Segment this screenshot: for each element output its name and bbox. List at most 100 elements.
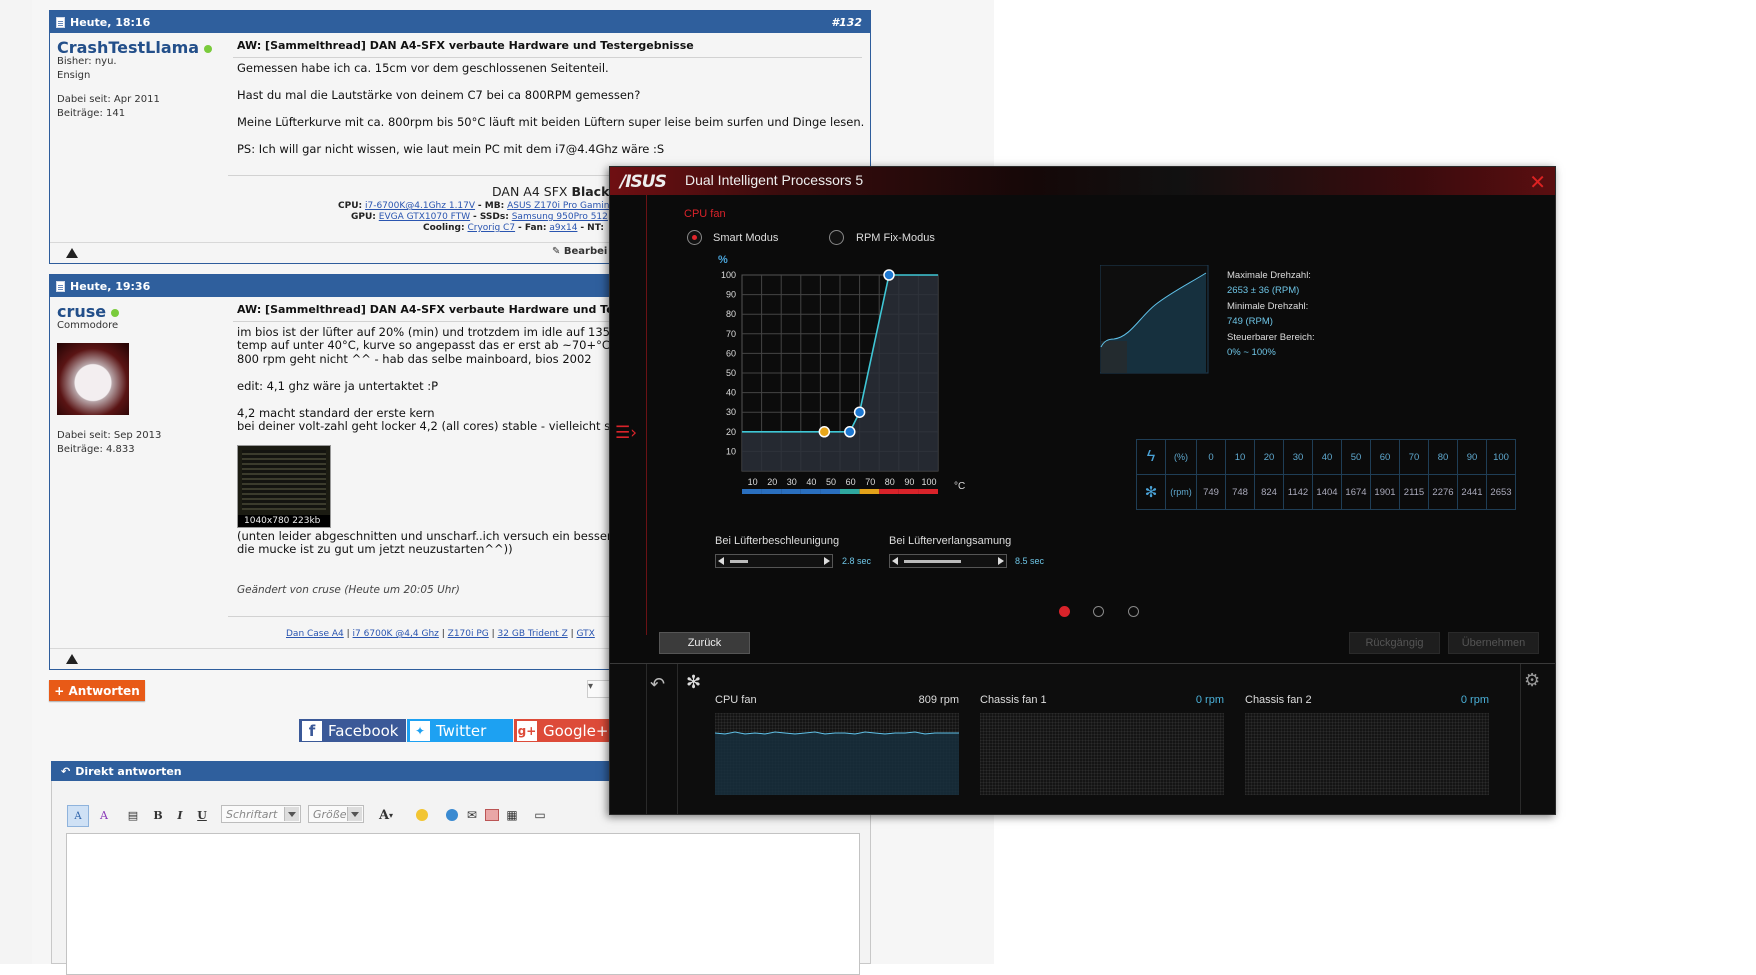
undo-arrow-icon[interactable]: ↶ [650,674,665,695]
rpm-fix-mode-label: RPM Fix-Modus [856,232,935,244]
size-select[interactable]: Größe [308,805,364,823]
sig-link[interactable]: 32 GB Trident Z [498,629,568,639]
side-menu-icon[interactable]: ☰› [615,423,637,443]
fan-rpm: 0 rpm [1195,694,1224,706]
rpm-fix-mode-radio[interactable] [829,230,844,245]
page-gutter [0,0,32,964]
thumbnail-caption: 1040x780 223kb [238,515,330,527]
facebook-label: Facebook [328,721,399,740]
rpm-cell: 824 [1254,474,1284,510]
thumbnail-image [242,450,326,510]
arrow-left-icon[interactable] [892,557,898,565]
quote-icon[interactable]: ▭ [532,805,548,825]
image-icon[interactable] [484,805,500,825]
curve-handle[interactable] [883,269,895,281]
sig-link[interactable]: i7 6700K @4,4 Ghz [353,629,439,639]
sig-cpu-link[interactable]: i7-6700K@4.1Ghz 1.17V [365,201,475,211]
google-label: Google+ [543,721,609,740]
user-status-text: Bisher: nyu. [57,56,117,67]
email-icon[interactable]: ✉ [464,805,480,825]
report-warning-icon[interactable] [66,248,78,258]
post-text-line: 800 rpm geht nicht ^^ - hab das selbe ma… [237,352,592,366]
sig-link[interactable]: Dan Case A4 [286,629,344,639]
pct-unit: (%) [1165,439,1197,475]
back-button[interactable]: Zurück [659,632,750,654]
arrow-right-icon[interactable] [824,557,830,565]
sig-gpu-link[interactable]: EVGA GTX1070 FTW [379,212,470,222]
curve-handle[interactable] [818,426,831,438]
dropdown-stub[interactable]: ▾ [587,680,611,698]
window-titlebar[interactable]: /ISUS Dual Intelligent Processors 5 ✕ [610,167,1555,195]
smiley-icon[interactable] [414,805,430,825]
page-indicator-1[interactable] [1059,606,1070,617]
underline-button[interactable]: U [194,805,210,825]
text-format-icon[interactable]: A [67,805,89,827]
smart-mode-radio[interactable] [687,230,702,245]
sig-mb-link[interactable]: ASUS Z170i Pro Gamin [507,201,609,211]
curve-handle[interactable] [844,426,856,438]
document-icon [56,16,65,28]
report-warning-icon[interactable] [66,654,78,664]
fan-settings-panel: CPU fan Smart Modus RPM Fix-Modus 100 90 8… [646,195,1555,635]
temp-bar-segment [820,489,840,494]
sig-cooler-link[interactable]: Cryorig C7 [467,223,515,233]
post-text-line: 4,2 macht standard der erste kern [237,406,435,420]
reply-textarea[interactable] [66,833,860,975]
arrow-right-icon[interactable] [998,557,1004,565]
twitter-share-button[interactable]: ✦ Twitter [407,719,513,742]
close-icon[interactable]: ✕ [1529,170,1546,194]
page-indicator-2[interactable] [1093,606,1104,617]
reply-button[interactable]: + Antworten [49,680,145,701]
temp-bar-segment [879,489,899,494]
sig-link[interactable]: Z170i PG [448,629,489,639]
post-time: Heute, 18:16 [70,15,151,29]
italic-button[interactable]: I [172,805,188,825]
y-tick-label: 70 [726,329,736,339]
facebook-share-button[interactable]: f Facebook [299,719,406,742]
paste-icon[interactable]: ▤ [124,805,142,825]
fan-rpm-graph [980,713,1224,795]
font-color-button[interactable]: A ▾ [374,805,398,825]
screenshot-thumbnail[interactable]: 1040x780 223kb [237,445,331,528]
undo-button[interactable]: Rückgängig [1349,632,1440,654]
pct-cell: 70 [1399,439,1429,475]
post-text-line: Meine Lüfterkurve mit ca. 800rpm bis 50°… [237,115,865,129]
font-select-value: Schriftart [226,807,278,821]
apply-button[interactable]: Übernehmen [1448,632,1539,654]
divider [1520,664,1521,814]
edited-note: Geändert von cruse (Heute um 20:05 Uhr) [237,584,460,596]
chevron-down-icon: ▾ [389,810,394,820]
accel-slider[interactable] [715,554,833,568]
rpm-cell: 748 [1225,474,1255,510]
arrow-left-icon[interactable] [718,557,724,565]
y-tick-label: 50 [726,368,736,378]
page-indicator-3[interactable] [1128,606,1139,617]
edit-button[interactable]: ✎ Bearbei [552,246,607,257]
asus-logo: /ISUS [620,172,667,192]
rpm-cell: 1142 [1283,474,1313,510]
bold-button[interactable]: B [150,805,166,825]
video-icon[interactable]: ▦ [504,805,520,825]
avatar[interactable] [57,343,129,415]
remove-format-icon[interactable]: A [94,805,114,825]
online-status-icon [204,44,213,53]
fan-icon: ✻ [686,672,702,693]
font-select[interactable]: Schriftart [221,805,301,823]
gear-icon[interactable]: ⚙ [1524,670,1540,691]
rpm-unit: (rpm) [1165,474,1197,510]
curve-handle[interactable] [853,406,866,418]
post-text-line: die mucke ist zu gut um jetzt neuzustart… [237,542,513,556]
window-title: Dual Intelligent Processors 5 [685,172,864,188]
rpm-preview-chart [1100,265,1209,374]
sig-fan-link[interactable]: a9x14 [549,223,577,233]
google-share-button[interactable]: g+ Google+ [514,719,609,742]
sig-link[interactable]: GTX [577,629,595,639]
chevron-down-icon [347,807,362,821]
user-rank: Ensign [57,70,91,81]
decel-slider[interactable] [889,554,1007,568]
fan-curve-chart[interactable]: 100 90 80 70 60 50 40 30 20 10 10 20 30 40 50 60 70 80 90 1… [707,245,1007,525]
divider [677,664,678,814]
sig-ssd-link[interactable]: Samsung 950Pro 512 [512,212,608,222]
link-icon[interactable] [444,805,460,825]
post-number-link[interactable]: #132 [831,16,862,29]
